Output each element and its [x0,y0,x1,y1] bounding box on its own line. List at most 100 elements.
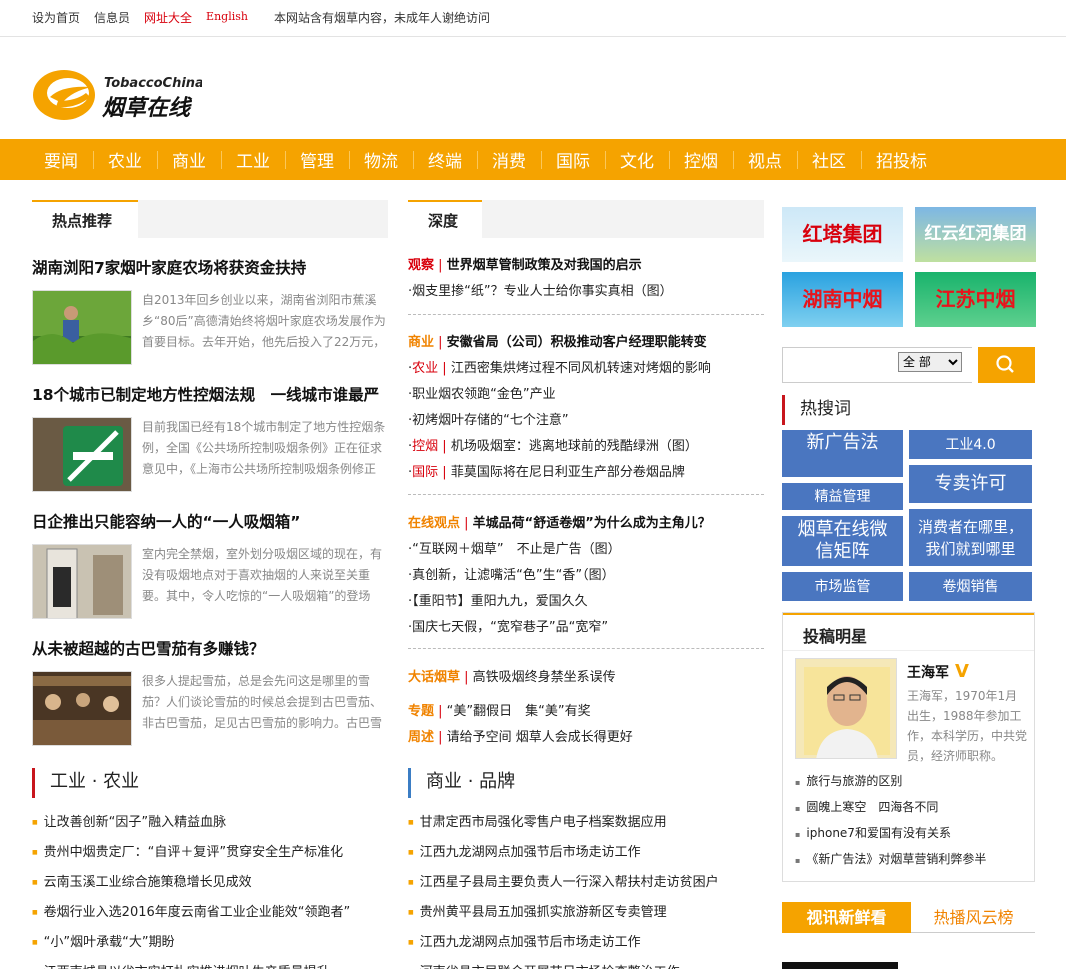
set-homepage-link[interactable]: 设为首页 [32,9,80,26]
list-item[interactable]: 让改善创新“因子”融入精益血脉 [32,808,388,838]
list-item[interactable]: 江西南城县以省市实打扎实推进烟叶生产质量提升 [32,958,388,969]
list-item[interactable]: 《新广告法》对烟草营销利弊参半 [795,846,986,872]
ad-hunan[interactable]: 湖南中烟 [782,272,903,327]
list-item[interactable]: 旅行与旅游的区别 [795,768,986,794]
nav-item[interactable]: 工业 [221,147,285,172]
hotword-tile[interactable]: 烟草在线微信矩阵 [782,516,903,566]
list-item[interactable]: 甘肃定西市局强化零售户电子档案数据应用 [408,808,764,838]
main-nav: 要闻 农业 商业 工业 管理 物流 终端 消费 国际 文化 控烟 视点 社区 招投标 [0,139,1066,180]
category-label[interactable]: 大话烟草 [408,670,460,685]
nav-item[interactable]: 终端 [413,147,477,172]
category-label[interactable]: 在线观点 [408,516,460,531]
ad-hongyun[interactable]: 红云红河集团 [915,207,1036,262]
depth-link[interactable]: “美”翻假日 集“美”有奖 [447,704,591,719]
depth-link[interactable]: 【重阳节】重阳九九，爱国久久 [412,594,588,609]
contributor-name[interactable]: 王海军 [907,665,949,681]
hotword-tile[interactable]: 新广告法 [782,430,903,477]
logo-icon: TobaccoChina 烟草在线 [33,70,204,121]
ad-hongta[interactable]: 红塔集团 [782,207,903,262]
list-item[interactable]: 云南玉溪工业综合施策稳增长见成效 [32,868,388,898]
hot-item-image[interactable] [32,671,132,746]
depth-link[interactable]: 请给予空间 烟草人会成长得更好 [447,730,633,745]
hot-item-title[interactable]: 18个城市已制定地方性控烟法规 一线城市谁最严 [32,383,388,405]
depth-link[interactable]: 职业烟农领跑“金色”产业 [412,387,555,402]
hotword-tile[interactable]: 工业4.0 [909,430,1032,459]
category-label[interactable]: 农业 [412,361,438,376]
nav-item[interactable]: 社区 [797,147,861,172]
category-label[interactable]: 商业 [408,335,434,350]
depth-link[interactable]: 机场吸烟室：逃离地球前的残酷绿洲（图） [451,439,698,454]
nav-item[interactable]: 文化 [605,147,669,172]
list-item[interactable]: 贵州黄平县局五加强抓实旅游新区专卖管理 [408,898,764,928]
depth-link[interactable]: 菲莫国际将在尼日利亚生产部分卷烟品牌 [451,465,685,480]
nav-item[interactable]: 视点 [733,147,797,172]
hotword-tile[interactable]: 专卖许可 [909,465,1032,503]
tab-hot-recommend[interactable]: 热点推荐 [32,200,138,238]
contributor-star-panel: 投稿明星 王海军 V 王海军，1970年1月出生，1988年参加工作，本科学历，中… [782,612,1035,882]
depth-link[interactable]: 真创新，让滤嘴活“色”生“香”（图） [412,568,614,583]
site-logo[interactable]: TobaccoChina 烟草在线 [32,67,204,123]
category-label[interactable]: 专题 [408,704,434,719]
list-item[interactable]: 河南省县市局联合开展节日市场检查整治工作 [408,958,764,969]
category-label[interactable]: 周述 [408,730,434,745]
list-item[interactable]: 卷烟行业入选2016年度云南省工业企业能效“领跑者” [32,898,388,928]
depth-headline[interactable]: 羊城品荷“舒适卷烟”为什么成为主角儿？ [473,516,711,531]
category-label[interactable]: 国际 [412,465,438,480]
depth-link[interactable]: 国庆七天假，“宽窄巷子”品“宽窄” [412,620,608,635]
english-link[interactable]: English [206,10,248,26]
list-item[interactable]: 贵州中烟贵定厂：“自评＋复评”贯穿安全生产标准化 [32,838,388,868]
nav-item[interactable]: 农业 [93,147,157,172]
depth-link[interactable]: “互联网＋烟草” 不止是广告（图） [412,542,620,557]
nav-item[interactable]: 国际 [541,147,605,172]
search-button[interactable] [978,347,1035,383]
nav-item[interactable]: 物流 [349,147,413,172]
nav-item[interactable]: 要闻 [29,147,93,172]
list-item[interactable]: 江西九龙湖网点加强节后市场走访工作 [408,838,764,868]
depth-link[interactable]: 烟支里掺“纸”？专业人士给你事实真相（图） [412,284,672,299]
list-item[interactable]: 江西九龙湖网点加强节后市场走访工作 [408,928,764,958]
list-item[interactable]: “小”烟叶承载“大”期盼 [32,928,388,958]
contributor-avatar[interactable] [795,658,897,759]
depth-headline[interactable]: 世界烟草管制政策及对我国的启示 [447,258,642,273]
tab-video-new[interactable]: 视讯新鲜看 [782,902,911,933]
ad-jiangsu[interactable]: 江苏中烟 [915,272,1036,327]
nav-item[interactable]: 招投标 [861,147,942,172]
hotword-tile[interactable]: 卷烟销售 [909,572,1032,601]
hot-item-image[interactable] [32,417,132,492]
depth-link[interactable]: 江西密集烘烤过程不同风机转速对烤烟的影响 [451,361,711,376]
hot-item-title[interactable]: 日企推出只能容纳一人的“一人吸烟箱” [32,510,388,532]
hot-item-title[interactable]: 湖南浏阳7家烟叶家庭农场将获资金扶持 [32,256,388,278]
tab-video-hot[interactable]: 热播风云榜 [912,902,1035,933]
hotword-tile[interactable]: 市场监管 [782,572,903,601]
depth-link[interactable]: 高铁吸烟终身禁坐系误传 [473,670,616,685]
nav-item[interactable]: 消费 [477,147,541,172]
search-scope-select[interactable]: 全 部 [898,352,962,372]
depth-link[interactable]: 初烤烟叶存储的“七个注意” [412,413,568,428]
list-item[interactable]: iphone7和爱国有没有关系 [795,820,986,846]
depth-headline[interactable]: 安徽省局（公司）积极推动客户经理职能转变 [447,335,707,350]
section-title-industry[interactable]: 工业 · 农业 [32,768,139,798]
hot-item: 18个城市已制定地方性控烟法规 一线城市谁最严 目前我国已经有18个城市制定了地… [32,383,388,492]
nav-item[interactable]: 控烟 [669,147,733,172]
depth-list-item: ·国庆七天假，“宽窄巷子”品“宽窄” [408,620,609,635]
nav-item[interactable]: 管理 [285,147,349,172]
informant-link[interactable]: 信息员 [94,9,130,26]
video-thumbnail[interactable] [782,962,898,969]
contributor-articles: 旅行与旅游的区别 圆魄上寒空 四海各不同 iphone7和爱国有没有关系 《新广… [795,768,986,872]
hot-item-title[interactable]: 从未被超越的古巴雪茄有多赚钱？ [32,637,388,659]
hotword-tile[interactable]: 精益管理 [782,483,903,510]
list-item[interactable]: 圆魄上寒空 四海各不同 [795,794,986,820]
category-label[interactable]: 观察 [408,258,434,273]
hot-item-image[interactable] [32,290,132,365]
list-item[interactable]: 江西星子县局主要负责人一行深入帮扶村走访贫困户 [408,868,764,898]
hot-item-image[interactable] [32,544,132,619]
nav-item[interactable]: 商业 [157,147,221,172]
section-title-business[interactable]: 商业 · 品牌 [408,768,515,798]
tab-depth[interactable]: 深度 [408,200,482,238]
search-input[interactable]: 全 部 [782,347,972,383]
category-label[interactable]: 控烟 [412,439,438,454]
hot-item-summary: 目前我国已经有18个城市制定了地方性控烟条例，全国《公共场所控制吸烟条例》正在征… [142,420,386,476]
directory-link[interactable]: 网址大全 [144,9,192,26]
hotword-tile[interactable]: 消费者在哪里，我们就到哪里 [909,509,1032,566]
depth-list-item: ·农业 | 江西密集烘烤过程不同风机转速对烤烟的影响 [408,361,711,376]
